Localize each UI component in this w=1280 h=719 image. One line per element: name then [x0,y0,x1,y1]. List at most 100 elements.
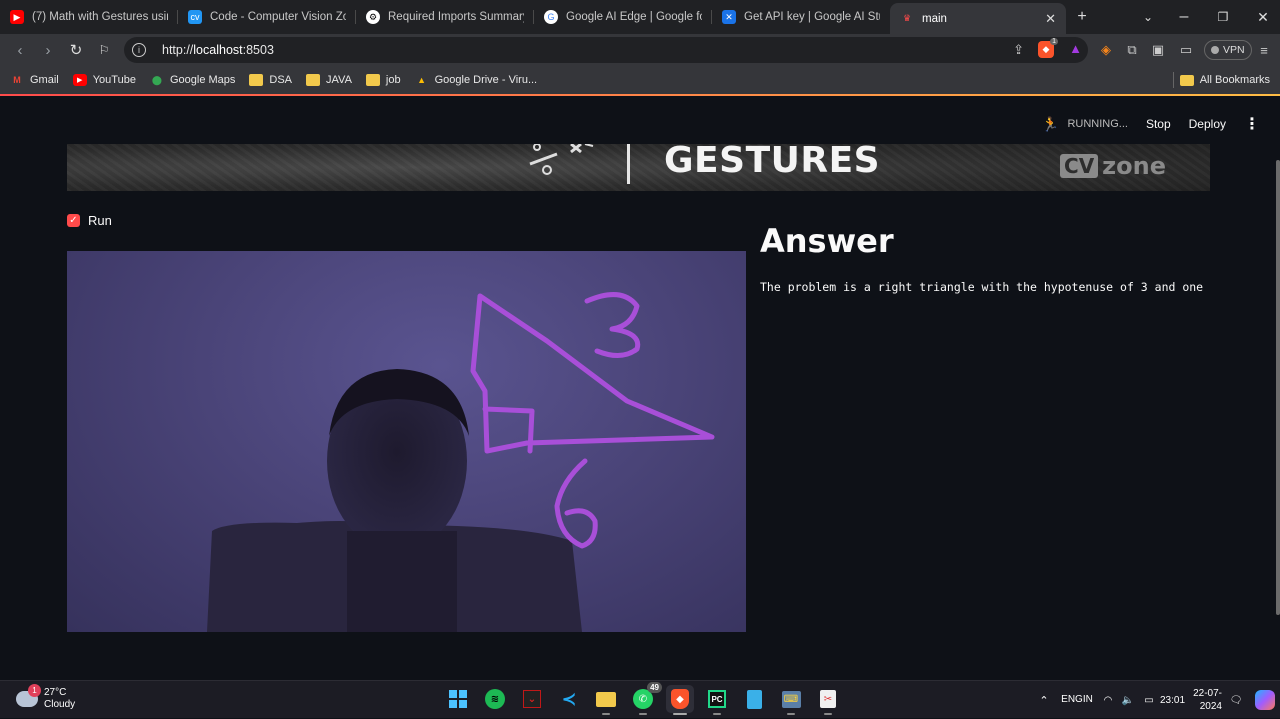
streamlit-icon: ♛ [902,13,912,23]
notepad-icon[interactable] [740,685,768,713]
browser-toolbar: ‹ › ↻ ⚐ i http://localhost:8503 ⇪ ◆ 1 ▲ … [0,34,1280,66]
tab-label: Required Imports Summary [388,11,524,23]
maps-icon: ⬤ [151,74,162,85]
pycharm-icon[interactable]: PC [703,685,731,715]
checkmark-icon[interactable]: ✓ [67,214,80,227]
tab-google-ai-edge[interactable]: G Google AI Edge | Google for De [534,0,712,34]
whatsapp-icon[interactable]: ✆ 49 [629,682,662,715]
deploy-button[interactable]: Deploy [1189,117,1226,131]
sidebar-icon[interactable]: ▣ [1150,42,1166,58]
youtube-icon: ▶ [72,74,87,86]
tab-strip: ▶ (7) Math with Gestures using AI cv Cod… [0,0,1280,34]
drive-icon: ▲ [417,75,427,85]
tab-label: Code - Computer Vision Zone [210,11,346,23]
run-label: Run [88,213,112,228]
bookmark-gmail[interactable]: M Gmail [10,74,58,86]
windows-start-icon[interactable] [444,685,472,713]
tab-search-icon[interactable]: ⌄ [1138,0,1158,34]
answer-text: The problem is a right triangle with the… [760,280,1204,294]
close-window-icon[interactable]: ✕ [1253,0,1273,34]
person-neck [347,531,457,632]
folder-icon [1179,74,1194,86]
answer-heading: Answer [760,222,894,260]
restore-icon[interactable]: ❐ [1213,0,1233,34]
extensions-icon[interactable]: ⧉ [1124,42,1140,58]
forward-icon[interactable]: › [38,40,58,60]
drawn-triangle [470,293,715,454]
cvzone-logo: CV zone [1060,152,1166,180]
header-banner-image: GESTURES CV zone [67,144,1210,191]
whatsapp-badge: 49 [647,682,662,693]
taskbar: 1 27°C Cloudy ≋ ⌄ ≺ ✆ 49 ◆ PC ⌨ ✂ ⌃ ENG IN … [0,680,1280,718]
youtube-icon: ▶ [10,10,24,24]
battery-icon[interactable]: ▭ [1138,695,1160,706]
bookmark-google-maps[interactable]: ⬤ Google Maps [150,74,235,86]
close-tab-icon[interactable]: ✕ [1045,11,1056,27]
folder-icon [365,74,380,86]
cloud-icon: 1 [16,684,41,707]
streamlit-top-decoration [0,94,1280,96]
python-installer-icon[interactable]: ⌨ [777,685,805,715]
drawn-digit-6 [554,458,598,549]
minimize-icon[interactable]: – [1174,0,1194,34]
streamlit-header: 🏃 RUNNING... Stop Deploy ⋮ [1041,112,1260,136]
brave-rewards-icon[interactable]: ▲ [1069,41,1082,56]
metamask-icon[interactable]: ◈ [1098,42,1114,58]
tab-label: Get API key | Google AI Studio [744,11,880,23]
bookmark-google-drive[interactable]: ▲ Google Drive - Viru... [415,74,537,86]
bookmark-job[interactable]: job [365,74,401,86]
new-tab-icon[interactable]: + [1072,0,1092,34]
tab-required-imports[interactable]: ⚙ Required Imports Summary [356,0,534,34]
address-bar[interactable]: i http://localhost:8503 ⇪ ◆ 1 ▲ [124,37,1088,63]
bookmark-dsa[interactable]: DSA [249,74,292,86]
bookmark-youtube[interactable]: ▶ YouTube [72,74,136,86]
all-bookmarks[interactable]: All Bookmarks [1179,66,1270,94]
main-menu-icon[interactable]: ⋮ [1244,114,1260,134]
snipping-tool-icon[interactable]: ✂ [814,685,842,715]
bookmark-icon[interactable]: ⚐ [94,40,114,60]
weather-widget[interactable]: 1 27°C Cloudy [16,684,75,711]
site-info-icon[interactable]: i [132,43,146,57]
tab-ai-studio[interactable]: ✕ Get API key | Google AI Studio [712,0,890,34]
url-text[interactable]: http://localhost:8503 [162,43,274,57]
menu-icon[interactable]: ≡ [1256,42,1272,58]
shield-badge: 1 [1050,38,1058,45]
google-icon: G [544,10,558,24]
ai-studio-icon: ✕ [722,10,736,24]
tab-cvzone-code[interactable]: cv Code - Computer Vision Zone [178,0,356,34]
chevron-up-icon[interactable]: ⌃ [1032,694,1056,707]
stop-button[interactable]: Stop [1146,117,1171,131]
tab-math-gestures[interactable]: ▶ (7) Math with Gestures using AI [0,0,178,34]
gmail-icon: M [13,75,21,85]
spotify-icon[interactable]: ≋ [481,685,509,713]
running-status: 🏃 RUNNING... [1041,115,1128,132]
run-checkbox[interactable]: ✓ Run [67,213,112,228]
speaker-icon[interactable]: 🔈 [1118,695,1138,706]
mcafee-icon[interactable]: ⌄ [518,685,546,713]
clock[interactable]: 23:01 22-07-2024 [1160,687,1222,713]
drawn-digit-3 [584,292,641,358]
language-indicator[interactable]: ENG IN [1056,694,1098,706]
webcam-feed [67,251,746,632]
running-man-icon: 🏃 [1041,115,1060,132]
cvzone-icon: cv [188,10,202,24]
vscode-icon[interactable]: ≺ [555,685,583,713]
math-symbols-icon [529,144,594,175]
reload-icon[interactable]: ↻ [66,40,86,60]
folder-icon [249,74,264,86]
tab-main[interactable]: ♛ main ✕ [890,3,1066,34]
copilot-icon[interactable] [1250,690,1280,710]
share-icon[interactable]: ⇪ [1013,42,1024,58]
page-scrollbar[interactable] [1276,160,1280,615]
wallet-icon[interactable]: ▭ [1178,42,1194,58]
wifi-icon[interactable]: ◠ [1098,695,1118,706]
vpn-button[interactable]: VPN [1204,40,1252,60]
notification-icon[interactable]: 🗨 [1222,695,1250,706]
brave-browser-icon[interactable]: ◆ [666,685,694,715]
folder-icon [306,74,321,86]
bookmark-java[interactable]: JAVA [306,74,352,86]
back-icon[interactable]: ‹ [10,40,30,60]
file-explorer-icon[interactable] [592,685,620,715]
webcam-frame [207,292,715,632]
system-tray: ⌃ ENG IN ◠ 🔈 ▭ 23:01 22-07-2024 🗨 [1032,681,1280,719]
